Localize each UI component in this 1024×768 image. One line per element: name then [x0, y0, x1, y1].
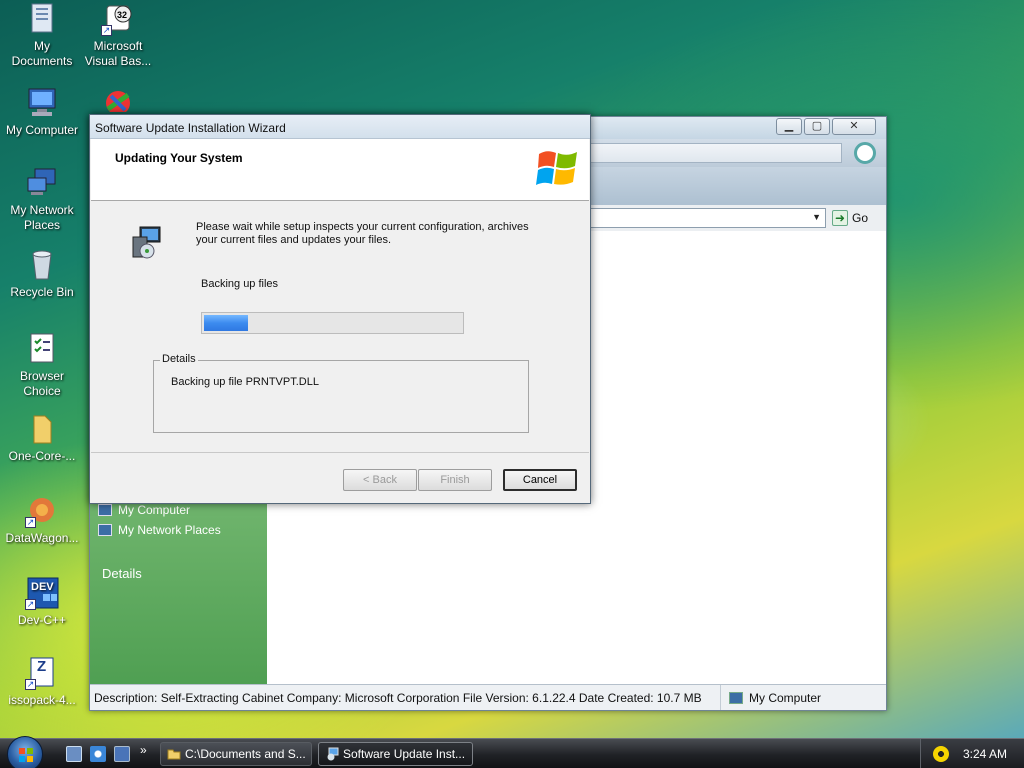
window-controls: ▁ ▢ ✕ — [776, 118, 876, 135]
finish-button[interactable]: Finish — [418, 469, 492, 491]
taskbar-item-wizard[interactable]: Software Update Inst... — [318, 742, 473, 766]
button-separator — [91, 452, 589, 453]
desktop-icon-unknown-app[interactable] — [76, 86, 160, 112]
status-zone: My Computer — [720, 685, 821, 710]
status-description: Description: Self-Extracting Cabinet Com… — [94, 691, 702, 705]
wizard-body: Please wait while setup inspects your cu… — [91, 201, 589, 453]
system-tray: 3:24 AM — [920, 739, 1024, 768]
shortcut-arrow-icon: ↗ — [25, 517, 36, 528]
desktop-icon-label: issopack-4... — [8, 693, 76, 707]
shortcut-arrow-icon: ↗ — [25, 599, 36, 610]
app-icon — [101, 86, 135, 112]
sidebar-link-my-computer[interactable]: My Computer — [98, 503, 190, 517]
details-heading[interactable]: Details — [102, 566, 142, 581]
datawagon-icon: ↗ — [25, 494, 59, 528]
progress-fill — [204, 315, 248, 331]
back-button[interactable]: < Back — [343, 469, 417, 491]
status-zone-label: My Computer — [749, 690, 822, 705]
computer-icon — [98, 504, 112, 516]
desktop-icon-browser-choice[interactable]: Browser Choice — [0, 332, 84, 399]
desktop-icon-visual-basic[interactable]: 32 ↗ Microsoft Visual Bas... — [76, 2, 160, 69]
desktop-icon-label: My Documents — [11, 39, 73, 68]
zip-icon: Z ↗ — [25, 656, 59, 690]
start-button[interactable] — [7, 736, 43, 768]
wizard-titlebar[interactable]: Software Update Installation Wizard — [90, 115, 590, 139]
zip-badge: Z — [37, 658, 47, 675]
go-label: Go — [852, 211, 869, 225]
internet-explorer-icon[interactable] — [90, 746, 106, 762]
vb-icon: 32 ↗ — [101, 2, 135, 36]
vb-badge: 32 — [117, 10, 128, 20]
wizard-header: Updating Your System — [91, 139, 589, 201]
desktop-icon-one-core[interactable]: One-Core-... — [0, 412, 84, 464]
desktop-icon-issopack[interactable]: Z ↗ issopack-4... — [0, 656, 84, 708]
desktop-icon-label: DataWagon... — [5, 531, 79, 545]
progress-bar — [201, 312, 464, 334]
desktop-icon-my-computer[interactable]: My Computer — [0, 86, 84, 138]
desktop-icon-label: My Network Places — [10, 203, 74, 232]
taskbar-item-label: C:\Documents and S... — [185, 747, 306, 761]
radiation-icon[interactable] — [933, 746, 949, 762]
search-input[interactable] — [590, 143, 842, 163]
taskbar: » C:\Documents and S... Software Update … — [0, 736, 1024, 768]
sidebar-link-my-network-places[interactable]: My Network Places — [98, 523, 221, 537]
desktop-icon-label: Microsoft Visual Bas... — [84, 39, 152, 68]
close-button[interactable]: ✕ — [832, 118, 876, 135]
desktop-icon-my-documents[interactable]: My Documents — [0, 2, 84, 69]
windows-logo-icon — [536, 151, 577, 185]
details-text: Backing up file PRNTVPT.DLL — [171, 376, 319, 388]
details-group: Details Backing up file PRNTVPT.DLL — [153, 353, 529, 433]
details-legend: Details — [160, 353, 198, 365]
setup-icon — [327, 747, 339, 761]
refresh-icon[interactable] — [854, 142, 876, 164]
computer-icon — [729, 691, 743, 704]
browser-choice-icon — [25, 332, 59, 366]
taskbar-item-label: Software Update Inst... — [343, 747, 466, 761]
update-wizard-dialog: Software Update Installation Wizard Upda… — [89, 114, 591, 504]
desktop-icon-dev-cpp[interactable]: DEV ↗ Dev-C++ — [0, 576, 84, 628]
go-arrow-icon: ➜ — [832, 210, 848, 226]
desktop-icon-label: One-Core-... — [8, 449, 76, 463]
network-icon — [25, 166, 59, 200]
go-button[interactable]: ➜ Go — [832, 207, 882, 229]
desktop-icon-label: Recycle Bin — [10, 285, 74, 299]
desktop-icon-datawagon[interactable]: ↗ DataWagon... — [0, 494, 84, 546]
devcpp-icon: DEV ↗ — [25, 576, 59, 610]
desktop-icon-label: Dev-C++ — [17, 613, 67, 627]
sidebar-link-label: My Computer — [118, 503, 191, 517]
network-icon — [98, 524, 112, 536]
dev-badge: DEV — [31, 581, 54, 593]
quicklaunch-more-button[interactable]: » — [140, 743, 147, 757]
documents-icon — [25, 2, 59, 36]
wizard-heading: Updating Your System — [115, 151, 243, 165]
computer-icon — [25, 86, 59, 120]
shortcut-arrow-icon: ↗ — [25, 679, 36, 690]
cancel-button[interactable]: Cancel — [503, 469, 577, 491]
desktop-icon-recycle-bin[interactable]: Recycle Bin — [0, 248, 84, 300]
status-bar: Description: Self-Extracting Cabinet Com… — [90, 684, 886, 710]
setup-icon — [132, 226, 161, 259]
progress-status: Backing up files — [201, 278, 279, 290]
maximize-button[interactable]: ▢ — [804, 118, 830, 135]
desktop-icon-label: My Computer — [5, 123, 79, 137]
taskbar-item-explorer[interactable]: C:\Documents and S... — [160, 742, 312, 766]
clock[interactable]: 3:24 AM — [963, 747, 1007, 761]
recycle-bin-icon — [25, 248, 59, 282]
sidebar-link-label: My Network Places — [118, 523, 221, 537]
desktop-icon-label: Browser Choice — [19, 369, 64, 398]
chevron-down-icon[interactable]: ▼ — [812, 212, 821, 222]
folder-icon — [167, 749, 181, 760]
shortcut-arrow-icon: ↗ — [101, 25, 112, 36]
folder-icon — [25, 412, 59, 446]
windows-logo-icon — [19, 748, 33, 762]
wizard-message: Please wait while setup inspects your cu… — [196, 221, 529, 246]
minimize-button[interactable]: ▁ — [776, 118, 802, 135]
address-combo[interactable]: ▼ — [590, 208, 826, 228]
show-desktop-icon[interactable] — [66, 746, 82, 762]
desktop-icon-my-network-places[interactable]: My Network Places — [0, 166, 84, 233]
switch-windows-icon[interactable] — [114, 746, 130, 762]
